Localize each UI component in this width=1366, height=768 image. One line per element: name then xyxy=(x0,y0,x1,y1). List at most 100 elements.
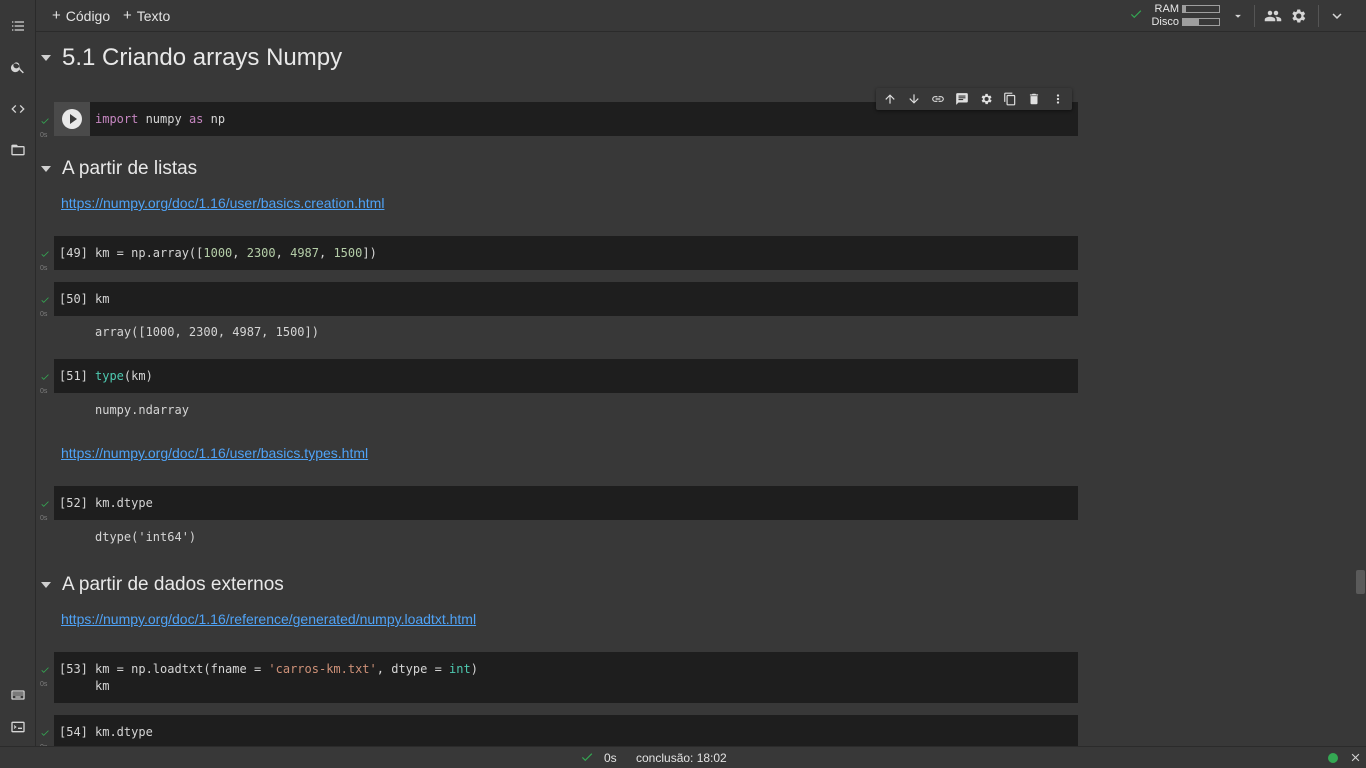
more-icon[interactable] xyxy=(1050,91,1066,107)
disk-label: Disco xyxy=(1151,16,1179,28)
execution-count: [53] xyxy=(59,662,88,676)
mirror-cell-icon[interactable] xyxy=(1002,91,1018,107)
cell-exec-time: 0s xyxy=(40,132,48,139)
code-cell[interactable]: [52] km.dtype xyxy=(54,486,1078,520)
play-icon xyxy=(62,109,82,129)
disk-meter xyxy=(1182,18,1220,26)
code-token: 2300 xyxy=(246,246,276,260)
section-heading-external[interactable]: A partir de dados externos xyxy=(41,574,284,596)
code-token: 1500 xyxy=(333,246,363,260)
delete-icon[interactable] xyxy=(1026,91,1042,107)
section-title: 5.1 Criando arrays Numpy xyxy=(62,44,343,71)
code-line[interactable]: import numpy as np xyxy=(95,111,225,128)
code-line[interactable]: type(km) xyxy=(95,368,153,385)
cell-exec-time: 0s xyxy=(40,388,48,395)
link-basics-creation[interactable]: https://numpy.org/doc/1.16/user/basics.c… xyxy=(61,195,384,211)
code-cell[interactable]: [51] type(km) xyxy=(54,359,1078,393)
cell-output: array([1000, 2300, 4987, 1500]) xyxy=(95,325,319,339)
cell-exec-time: 0s xyxy=(40,311,48,318)
left-sidebar xyxy=(0,0,36,746)
gear-icon[interactable] xyxy=(1288,6,1308,26)
plus-icon: + xyxy=(123,7,132,24)
ram-label: RAM xyxy=(1154,3,1179,15)
code-snippets-icon[interactable] xyxy=(8,99,28,119)
status-completion: conclusão: 18:02 xyxy=(636,751,727,765)
section-title: A partir de listas xyxy=(62,158,198,179)
command-palette-icon[interactable] xyxy=(8,685,28,705)
collapse-caret-icon[interactable] xyxy=(41,582,51,588)
connection-status-dot xyxy=(1328,753,1338,763)
code-line[interactable]: km xyxy=(95,291,109,308)
code-line[interactable]: km.dtype xyxy=(95,724,153,741)
execution-count: [51] xyxy=(59,369,88,383)
code-token: km = np.loadtxt(fname = xyxy=(95,662,269,676)
code-token: type xyxy=(95,369,124,383)
share-icon[interactable] xyxy=(1263,6,1283,26)
settings-icon[interactable] xyxy=(978,91,994,107)
close-icon[interactable] xyxy=(1349,751,1362,764)
collapse-caret-icon[interactable] xyxy=(41,55,51,61)
cell-exec-time: 0s xyxy=(40,265,48,272)
cell-status: 0s xyxy=(40,246,52,272)
link-numpy-loadtxt[interactable]: https://numpy.org/doc/1.16/reference/gen… xyxy=(61,611,476,627)
expand-icon[interactable] xyxy=(1327,6,1347,26)
execution-count: [54] xyxy=(59,725,88,739)
terminal-icon[interactable] xyxy=(8,717,28,737)
code-token: ) xyxy=(470,662,478,676)
code-line[interactable]: km.dtype xyxy=(95,495,153,512)
cell-status: 0s xyxy=(40,113,52,139)
comment-icon[interactable] xyxy=(954,91,970,107)
code-token: , xyxy=(275,246,291,260)
code-token: km = np.array([ xyxy=(95,246,204,260)
ram-meter xyxy=(1182,5,1220,13)
execution-count: [52] xyxy=(59,496,88,510)
add-text-button[interactable]: + Texto xyxy=(123,7,170,24)
code-token: np xyxy=(203,112,226,126)
code-token: ]) xyxy=(362,246,377,260)
add-code-label: Código xyxy=(65,7,111,24)
cell-output: dtype('int64') xyxy=(95,530,197,544)
check-icon xyxy=(41,374,49,380)
scrollbar-thumb[interactable] xyxy=(1356,570,1365,594)
code-token: , dtype = xyxy=(376,662,450,676)
link-basics-types[interactable]: https://numpy.org/doc/1.16/user/basics.t… xyxy=(61,445,368,461)
move-down-icon[interactable] xyxy=(906,91,922,107)
section-title: A partir de dados externos xyxy=(62,574,284,595)
code-token: as xyxy=(188,112,204,126)
code-cell[interactable]: [49] km = np.array([1000, 2300, 4987, 15… xyxy=(54,236,1078,270)
dropdown-icon[interactable] xyxy=(1231,9,1245,23)
code-token: 'carros-km.txt' xyxy=(268,662,377,676)
top-toolbar: + Código + Texto RAM Disco xyxy=(36,0,1366,32)
check-icon xyxy=(41,667,49,673)
resources-indicator[interactable]: RAM Disco xyxy=(1129,3,1279,29)
add-code-button[interactable]: + Código xyxy=(52,7,110,24)
execution-count: [49] xyxy=(59,246,88,260)
code-cell[interactable]: [54] km.dtype xyxy=(54,715,1078,746)
search-icon[interactable] xyxy=(8,57,28,77)
code-line[interactable]: km = np.array([1000, 2300, 4987, 1500]) xyxy=(95,245,377,262)
status-exec-time: 0s xyxy=(604,751,617,765)
link-icon[interactable] xyxy=(930,91,946,107)
section-heading-main[interactable]: 5.1 Criando arrays Numpy xyxy=(41,44,342,72)
cell-toolbar xyxy=(876,88,1072,110)
execution-count: [50] xyxy=(59,292,88,306)
check-icon xyxy=(41,501,49,507)
cell-status: 0s xyxy=(40,662,52,688)
section-heading-lists[interactable]: A partir de listas xyxy=(41,158,197,180)
cell-status: 0s xyxy=(40,369,52,395)
code-cell[interactable]: [53] km = np.loadtxt(fname = 'carros-km.… xyxy=(54,652,1078,703)
run-cell-button[interactable] xyxy=(54,102,90,136)
collapse-caret-icon[interactable] xyxy=(41,166,51,172)
move-up-icon[interactable] xyxy=(882,91,898,107)
check-icon xyxy=(41,730,49,736)
check-icon xyxy=(41,297,49,303)
toc-icon[interactable] xyxy=(8,16,28,36)
plus-icon: + xyxy=(52,7,61,24)
cell-status: 0s xyxy=(40,292,52,318)
code-cell[interactable]: [50] km xyxy=(54,282,1078,316)
code-token: 1000 xyxy=(203,246,233,260)
code-line[interactable]: km = np.loadtxt(fname = 'carros-km.txt',… xyxy=(95,661,478,678)
code-token: int xyxy=(449,662,471,676)
files-icon[interactable] xyxy=(8,140,28,160)
code-line[interactable]: km xyxy=(95,678,109,695)
